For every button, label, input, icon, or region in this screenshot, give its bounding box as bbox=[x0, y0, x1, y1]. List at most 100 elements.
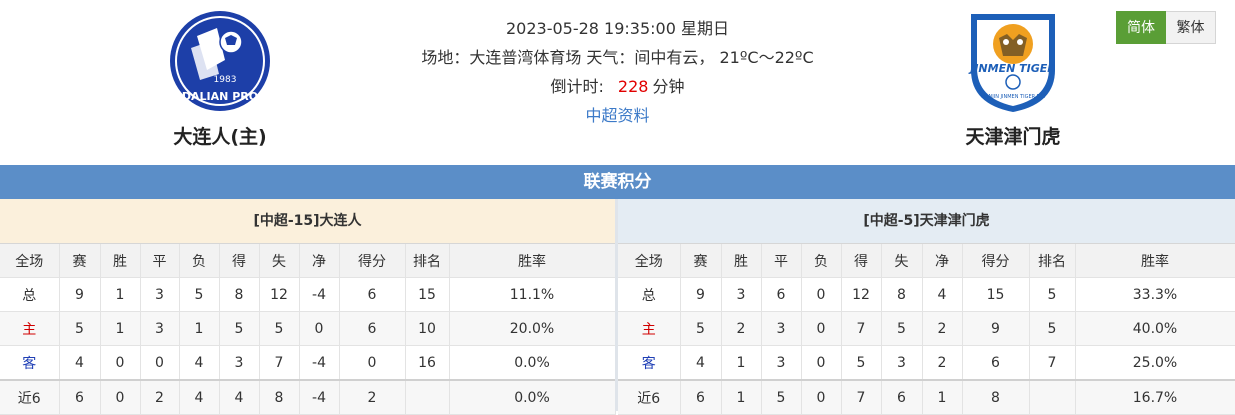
home-standings-table: 全场 赛 胜 平 负 得 失 净 得分 排名 胜率 总 9 1 3 5 8 12 -4 6 15 1… bbox=[0, 244, 616, 415]
table-cell: 6 bbox=[339, 311, 406, 346]
away-standings-table: 全场 赛 胜 平 负 得 失 净 得分 排名 胜率 总 9 3 6 0 12 8 4 15 5 33… bbox=[618, 244, 1235, 415]
svg-text:DALIAN PRO: DALIAN PRO bbox=[182, 90, 258, 103]
header-cell: 胜 bbox=[721, 244, 762, 278]
table-cell bbox=[405, 379, 450, 415]
table-cell: 5 bbox=[59, 311, 101, 346]
table-cell: 33.3% bbox=[1075, 277, 1235, 312]
header-cell: 得 bbox=[219, 244, 260, 278]
table-cell: 4 bbox=[179, 345, 220, 381]
table-cell: 0.0% bbox=[449, 345, 616, 381]
header-cell: 排名 bbox=[405, 244, 450, 278]
table-cell: 3 bbox=[219, 345, 260, 381]
row-label-cell: 总 bbox=[0, 277, 60, 312]
away-standings-panel: [中超-5]天津津门虎 全场 赛 胜 平 负 得 失 净 得分 排名 胜率 总9… bbox=[618, 199, 1235, 415]
countdown-unit: 分钟 bbox=[652, 77, 685, 96]
home-standings-title: [中超-15]大连人 bbox=[0, 199, 615, 244]
table-cell: 7 bbox=[259, 345, 300, 381]
table-row: 主 5 1 3 1 5 5 0 6 10 20.0% bbox=[0, 311, 616, 346]
traditional-chinese-button[interactable]: 繁体 bbox=[1166, 11, 1216, 44]
table-cell: 7 bbox=[841, 311, 882, 346]
table-cell: 5 bbox=[841, 345, 882, 381]
table-cell: 4 bbox=[59, 345, 101, 381]
header-cell: 胜率 bbox=[1075, 244, 1235, 278]
language-switch: 简体 繁体 bbox=[1116, 11, 1216, 44]
table-cell: 1 bbox=[100, 311, 141, 346]
table-cell: 6 bbox=[881, 379, 923, 415]
match-venue-weather: 场地：大连普湾体育场 天气：间中有云， 21ºC～22ºC bbox=[421, 48, 814, 67]
table-cell: 0 bbox=[801, 277, 842, 312]
table-cell: 3 bbox=[761, 311, 802, 346]
header-cell: 失 bbox=[259, 244, 300, 278]
table-cell: 9 bbox=[962, 311, 1030, 346]
header-cell: 得 bbox=[841, 244, 882, 278]
table-cell: 1 bbox=[721, 379, 762, 415]
row-label-cell: 近6 bbox=[0, 379, 60, 415]
away-team-name: 天津津门虎 bbox=[965, 126, 1061, 148]
table-cell: 6 bbox=[680, 379, 722, 415]
table-cell: 1 bbox=[721, 345, 762, 381]
league-info-link[interactable]: 中超资料 bbox=[585, 106, 649, 125]
table-cell: 11.1% bbox=[449, 277, 616, 312]
home-standings-panel: [中超-15]大连人 全场 赛 胜 平 负 得 失 净 得分 排名 胜率 总91… bbox=[0, 199, 616, 415]
table-cell: 0 bbox=[140, 345, 180, 381]
table-cell: 3 bbox=[881, 345, 923, 381]
table-cell: 6 bbox=[339, 277, 406, 312]
table-cell: 1 bbox=[922, 379, 963, 415]
table-cell: 6 bbox=[962, 345, 1030, 381]
table-cell: 2 bbox=[922, 345, 963, 381]
header-cell: 净 bbox=[922, 244, 963, 278]
header-cell: 得分 bbox=[339, 244, 406, 278]
home-team: 1983 DALIAN PRO 大连人(主) bbox=[120, 8, 320, 149]
table-cell: 25.0% bbox=[1075, 345, 1235, 381]
table-cell: 3 bbox=[721, 277, 762, 312]
table-row: 客 4 1 3 0 5 3 2 6 7 25.0% bbox=[618, 345, 1235, 381]
row-label-cell: 主 bbox=[618, 311, 681, 346]
header-cell: 全场 bbox=[0, 244, 60, 278]
header-cell: 负 bbox=[179, 244, 220, 278]
table-cell: 5 bbox=[179, 277, 220, 312]
table-cell: 6 bbox=[59, 379, 101, 415]
table-cell: 2 bbox=[140, 379, 180, 415]
svg-text:1983: 1983 bbox=[214, 75, 237, 85]
jinmen-tiger-logo-icon: JINMEN TIGER TIANJIN JINMEN TIGER F.C. bbox=[968, 14, 1056, 112]
table-cell: 2 bbox=[339, 379, 406, 415]
table-row: 近6 6 0 2 4 4 8 -4 2 0.0% bbox=[0, 379, 616, 415]
standings-banner: 联赛积分 bbox=[0, 165, 1235, 199]
table-cell: 2 bbox=[922, 311, 963, 346]
table-cell: 5 bbox=[1029, 277, 1076, 312]
table-cell: 1 bbox=[100, 277, 141, 312]
header-cell: 得分 bbox=[962, 244, 1030, 278]
table-cell: 8 bbox=[259, 379, 300, 415]
table-row: 客 4 0 0 4 3 7 -4 0 16 0.0% bbox=[0, 345, 616, 381]
table-cell: 3 bbox=[140, 311, 180, 346]
header-cell: 赛 bbox=[59, 244, 101, 278]
table-cell: 40.0% bbox=[1075, 311, 1235, 346]
table-cell: 4 bbox=[219, 379, 260, 415]
table-cell: 5 bbox=[1029, 311, 1076, 346]
home-team-name: 大连人(主) bbox=[173, 126, 267, 148]
table-cell: 9 bbox=[680, 277, 722, 312]
away-standings-header-row: 全场 赛 胜 平 负 得 失 净 得分 排名 胜率 bbox=[618, 244, 1235, 278]
header-cell: 胜率 bbox=[449, 244, 616, 278]
table-cell: 20.0% bbox=[449, 311, 616, 346]
table-row: 主 5 2 3 0 7 5 2 9 5 40.0% bbox=[618, 311, 1235, 346]
table-cell: 7 bbox=[1029, 345, 1076, 381]
table-cell: -4 bbox=[299, 277, 340, 312]
header-cell: 失 bbox=[881, 244, 923, 278]
dalian-pro-logo-icon: 1983 DALIAN PRO bbox=[170, 11, 270, 111]
table-cell: 6 bbox=[761, 277, 802, 312]
table-cell: 0 bbox=[339, 345, 406, 381]
table-cell: 4 bbox=[922, 277, 963, 312]
table-cell: 2 bbox=[721, 311, 762, 346]
away-standings-body: 总 9 3 6 0 12 8 4 15 5 33.3% 主 5 2 3 0 7 5 2 9 5 40.0% 客 4 1 3 0 5 3 2… bbox=[618, 277, 1235, 415]
table-cell: 3 bbox=[761, 345, 802, 381]
match-header: 1983 DALIAN PRO 大连人(主) 2023-05-28 19:35:… bbox=[0, 0, 1235, 165]
countdown: 倒计时: 228 分钟 bbox=[395, 72, 840, 101]
table-row: 总 9 1 3 5 8 12 -4 6 15 11.1% bbox=[0, 277, 616, 312]
table-cell: 0 bbox=[100, 379, 141, 415]
table-cell: 8 bbox=[219, 277, 260, 312]
simplified-chinese-button[interactable]: 简体 bbox=[1116, 11, 1166, 44]
header-cell: 排名 bbox=[1029, 244, 1076, 278]
table-cell: -4 bbox=[299, 345, 340, 381]
header-cell: 平 bbox=[140, 244, 180, 278]
